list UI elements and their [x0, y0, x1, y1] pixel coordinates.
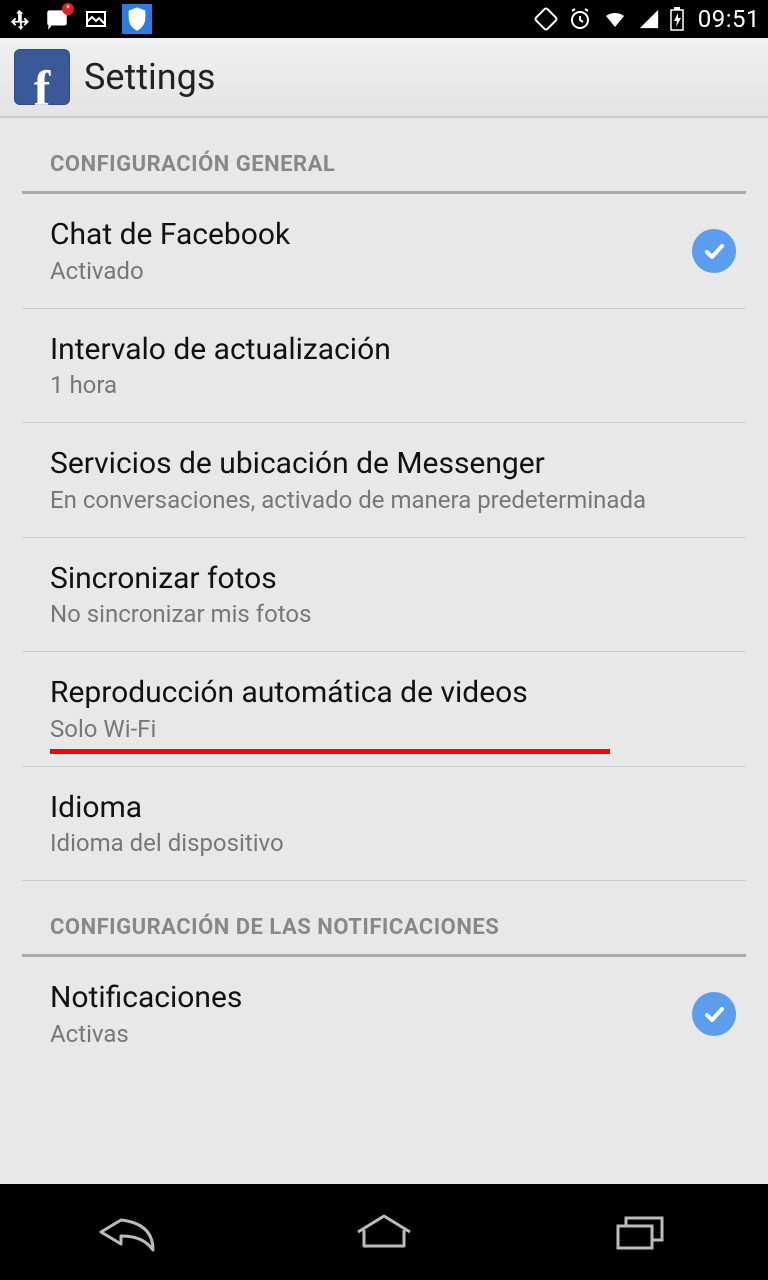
alarm-icon — [568, 7, 592, 31]
setting-video-autoplay[interactable]: Reproducción automática de videos Solo W… — [22, 652, 746, 767]
gallery-icon — [84, 7, 108, 31]
checked-icon — [692, 229, 736, 273]
setting-subtitle: Solo Wi-Fi — [50, 714, 736, 744]
back-button[interactable] — [68, 1202, 188, 1262]
signal-icon — [638, 8, 660, 30]
facebook-logo-icon: f — [14, 49, 70, 105]
setting-notifications[interactable]: Notificaciones Activas — [22, 957, 746, 1071]
setting-title: Chat de Facebook — [50, 216, 682, 254]
setting-title: Notificaciones — [50, 979, 682, 1017]
section-header-general: CONFIGURACIÓN GENERAL — [22, 118, 746, 194]
setting-subtitle: 1 hora — [50, 370, 736, 400]
checked-icon — [692, 992, 736, 1036]
navigation-bar — [0, 1184, 768, 1280]
setting-title: Servicios de ubicación de Messenger — [50, 445, 736, 483]
status-right: 09:51 — [534, 5, 760, 33]
usb-icon — [8, 8, 30, 30]
setting-chat-facebook[interactable]: Chat de Facebook Activado — [22, 194, 746, 309]
setting-subtitle: Activado — [50, 256, 682, 286]
recent-apps-button[interactable] — [580, 1202, 700, 1262]
setting-subtitle: En conversaciones, activado de manera pr… — [50, 485, 736, 515]
setting-refresh-interval[interactable]: Intervalo de actualización 1 hora — [22, 309, 746, 424]
settings-list[interactable]: CONFIGURACIÓN GENERAL Chat de Facebook A… — [0, 118, 768, 1184]
page-title: Settings — [84, 56, 215, 98]
section-header-notifications: CONFIGURACIÓN DE LAS NOTIFICACIONES — [22, 881, 746, 957]
setting-messenger-location[interactable]: Servicios de ubicación de Messenger En c… — [22, 423, 746, 538]
battery-charging-icon — [670, 7, 684, 31]
home-button[interactable] — [324, 1202, 444, 1262]
action-bar: f Settings — [0, 38, 768, 118]
setting-title: Sincronizar fotos — [50, 560, 736, 598]
setting-sync-photos[interactable]: Sincronizar fotos No sincronizar mis fot… — [22, 538, 746, 653]
status-time: 09:51 — [698, 5, 760, 33]
wifi-icon — [602, 7, 628, 31]
annotation-underline — [50, 749, 610, 754]
setting-title: Reproducción automática de videos — [50, 674, 736, 712]
setting-subtitle: Idioma del dispositivo — [50, 828, 736, 858]
rotate-icon — [534, 7, 558, 31]
bbm-icon: * — [44, 6, 70, 32]
setting-title: Intervalo de actualización — [50, 331, 736, 369]
setting-title: Idioma — [50, 789, 736, 827]
setting-subtitle: Activas — [50, 1019, 682, 1049]
setting-subtitle: No sincronizar mis fotos — [50, 599, 736, 629]
shield-icon — [122, 4, 152, 34]
status-left: * — [8, 4, 152, 34]
setting-language[interactable]: Idioma Idioma del dispositivo — [22, 767, 746, 882]
status-bar: * 09:51 — [0, 0, 768, 38]
